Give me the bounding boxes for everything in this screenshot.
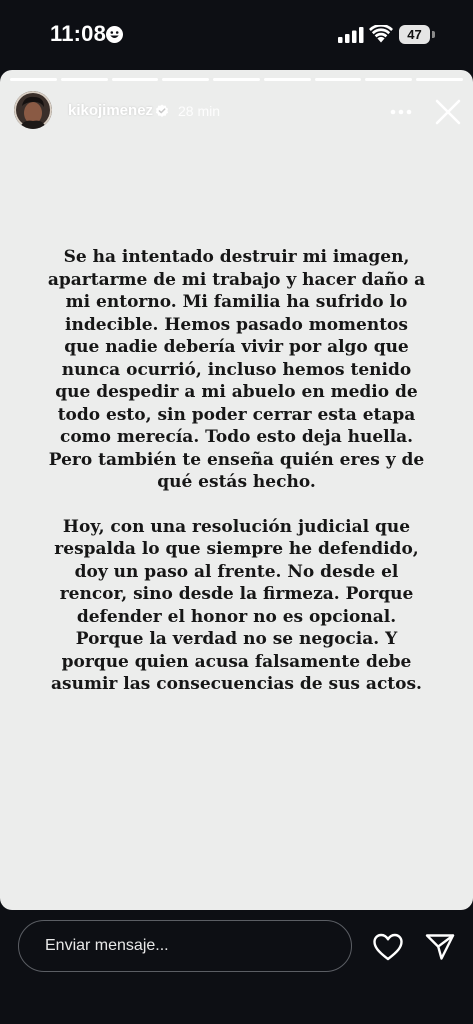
avatar[interactable] — [14, 91, 52, 129]
story-text-content: Se ha intentado destruir mi imagen, apar… — [45, 246, 428, 696]
progress-segment — [213, 78, 260, 81]
progress-segment — [111, 78, 159, 81]
battery-cap — [432, 31, 435, 38]
heart-icon[interactable] — [372, 932, 404, 962]
progress-segment — [60, 78, 108, 81]
story-progress-bar — [10, 78, 464, 81]
verified-icon — [155, 104, 169, 117]
battery-level: 47 — [399, 25, 430, 44]
progress-segment — [314, 78, 362, 81]
status-bar: 11:08 47 — [0, 0, 473, 70]
story-card[interactable]: kikojimenez 28 min Se ha intentado destr… — [0, 70, 473, 910]
status-time: 11:08 — [50, 21, 107, 46]
progress-segment — [365, 78, 413, 81]
progress-segment — [162, 78, 210, 81]
progress-segment — [10, 78, 57, 81]
more-options-icon[interactable] — [387, 100, 415, 124]
story-paragraph-1: Se ha intentado destruir mi imagen, apar… — [47, 247, 426, 492]
battery-icon: 47 — [399, 25, 435, 44]
progress-segment — [263, 78, 311, 81]
story-username[interactable]: kikojimenez — [68, 102, 153, 119]
story-paragraph-2: Hoy, con una resolución judicial que res… — [51, 516, 422, 695]
send-icon[interactable] — [424, 932, 456, 962]
wifi-icon — [369, 25, 393, 43]
story-time-ago: 28 min — [178, 103, 221, 119]
progress-segment-current — [416, 78, 464, 81]
send-message-input[interactable] — [18, 920, 352, 972]
close-icon[interactable] — [434, 98, 462, 126]
signal-icon — [338, 27, 364, 43]
story-screen: 11:08 47 kikojimenez 28 min Se ha intent… — [0, 0, 473, 1024]
smiley-icon — [106, 26, 123, 43]
